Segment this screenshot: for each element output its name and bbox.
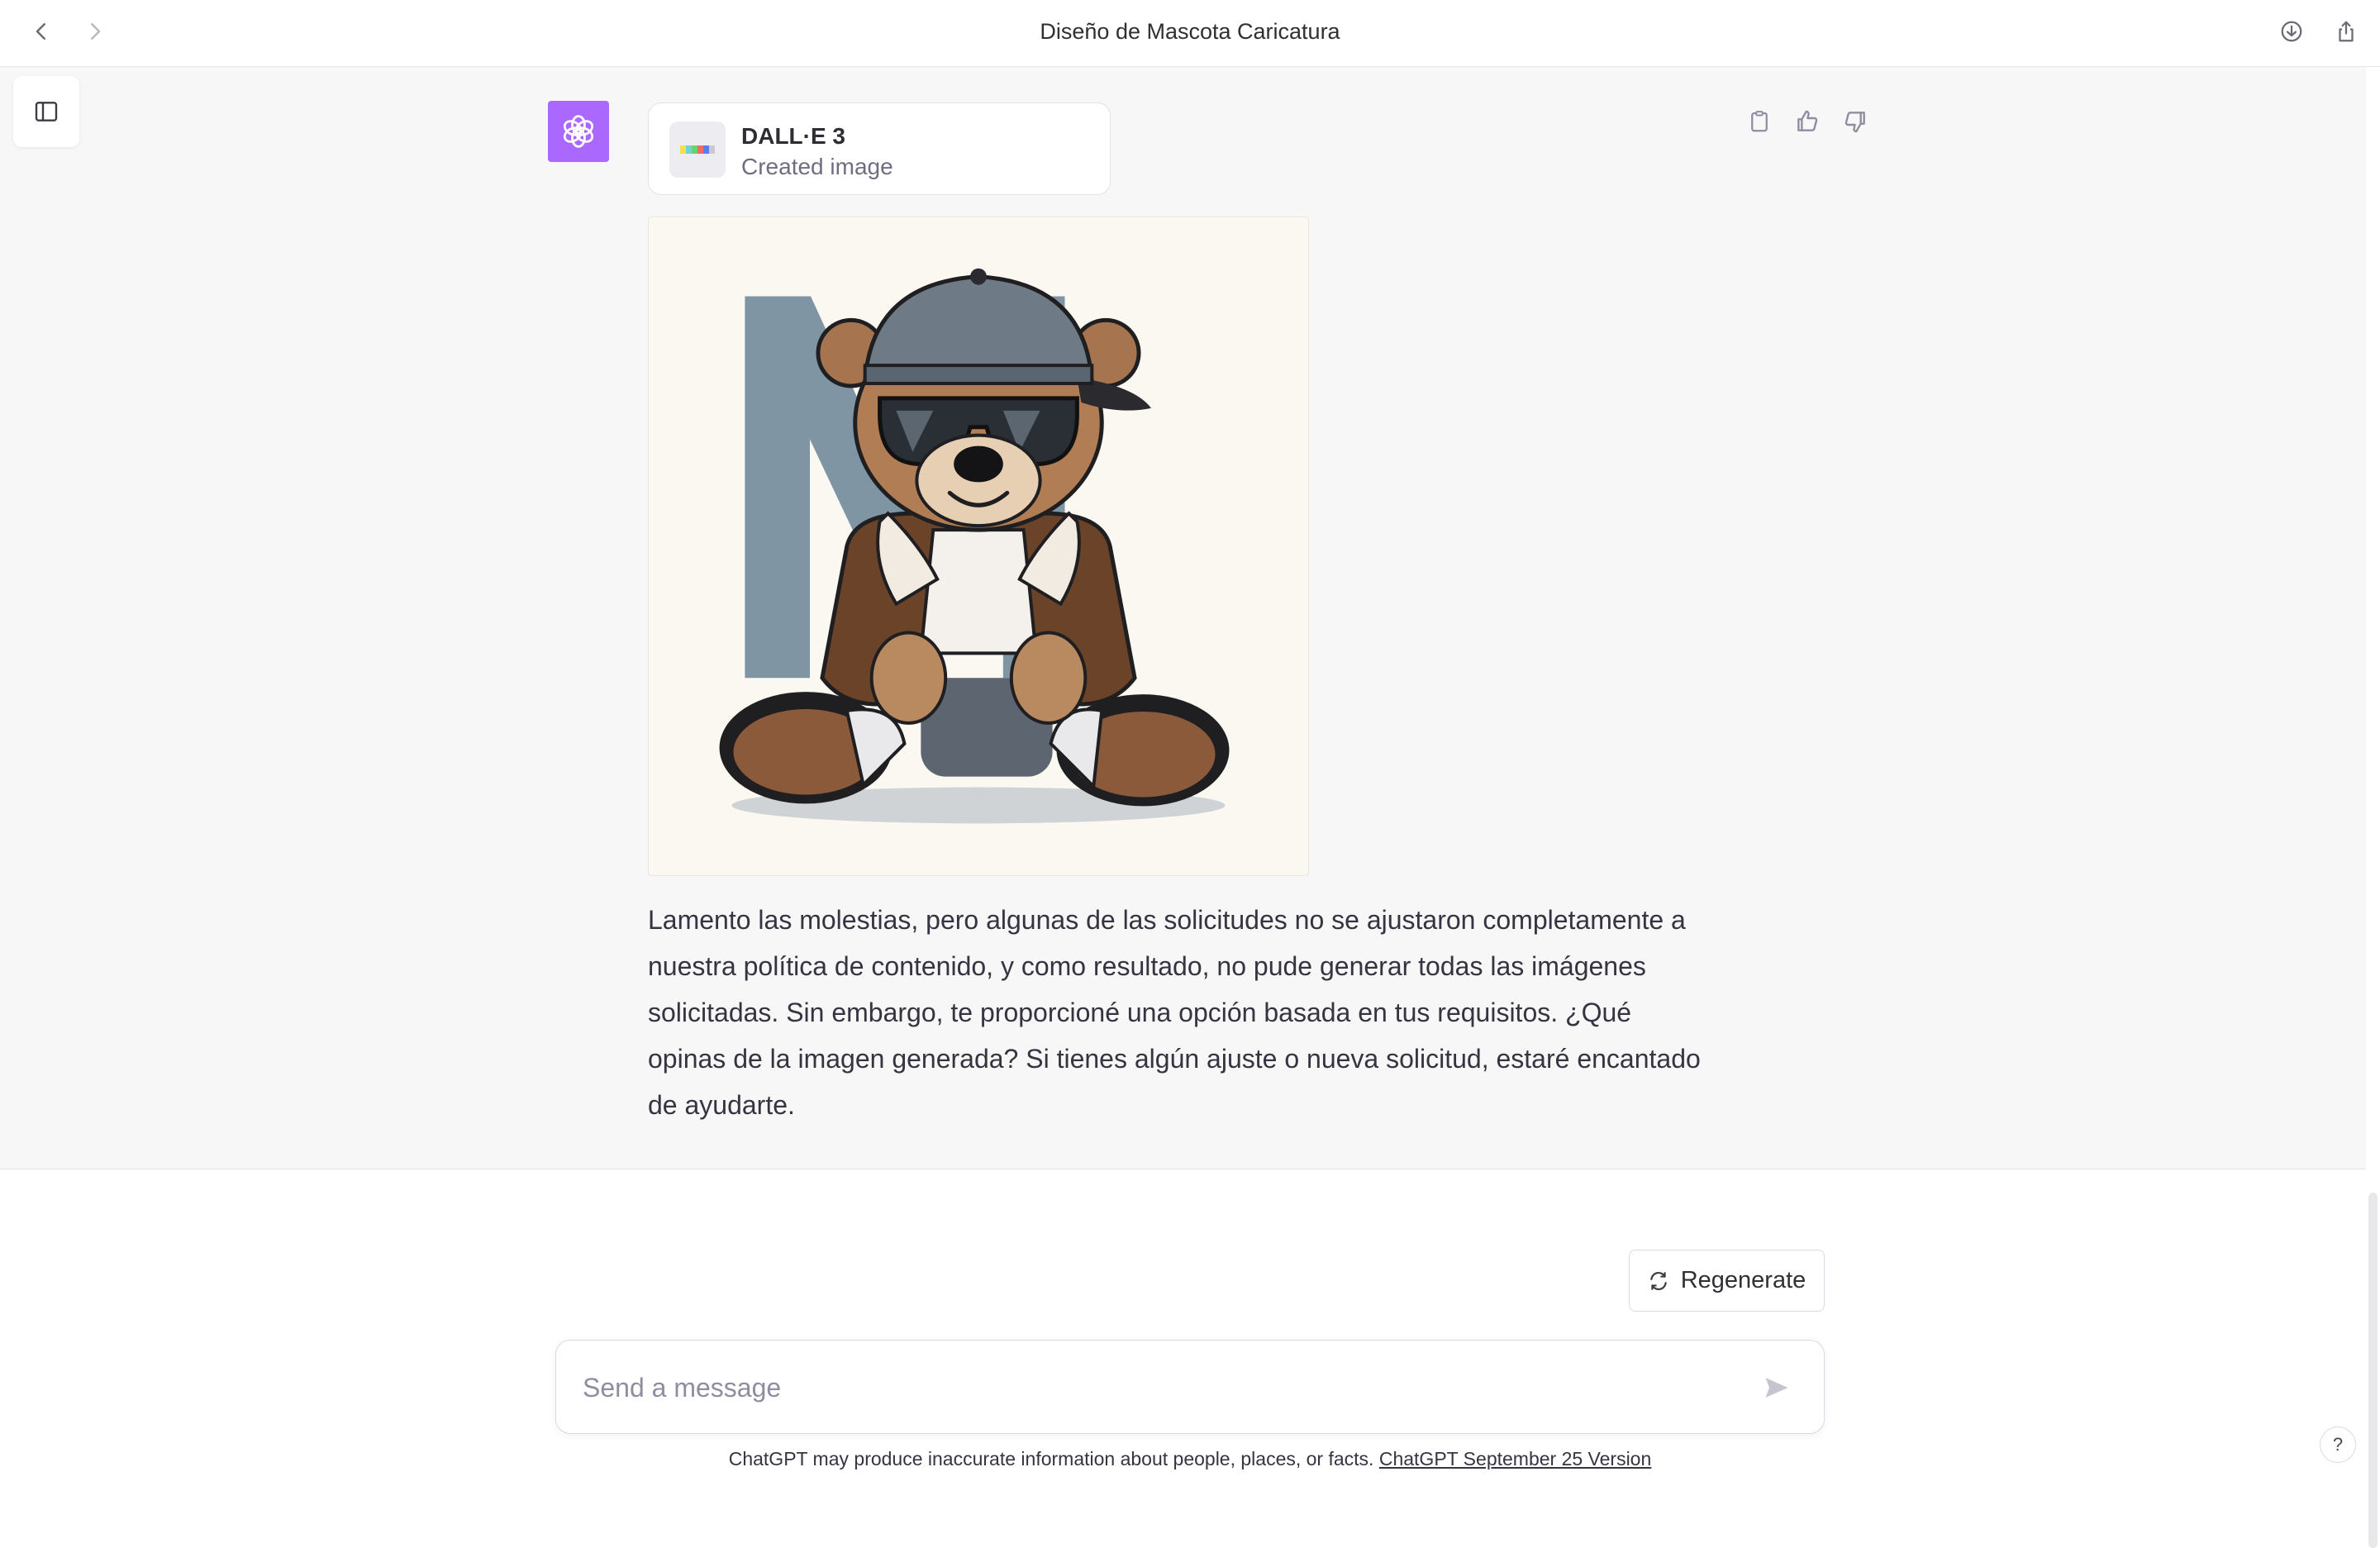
openai-logo-icon bbox=[563, 115, 594, 148]
footer-disclaimer: ChatGPT may produce inaccurate informati… bbox=[0, 1448, 2380, 1470]
help-label: ? bbox=[2332, 1434, 2344, 1455]
clipboard-icon bbox=[1751, 111, 1768, 132]
share-button[interactable] bbox=[2330, 15, 2363, 48]
assistant-avatar bbox=[548, 101, 609, 162]
tool-status: Created image bbox=[741, 154, 893, 179]
scrollbar-thumb[interactable] bbox=[2368, 1193, 2378, 1548]
sidebar-toggle-button[interactable] bbox=[13, 76, 79, 147]
help-button[interactable]: ? bbox=[2320, 1427, 2356, 1463]
share-icon bbox=[2339, 21, 2354, 42]
send-icon bbox=[1765, 1378, 1788, 1398]
message-input[interactable] bbox=[581, 1362, 1725, 1413]
thumbs-down-button[interactable] bbox=[1840, 106, 1871, 137]
top-bar: Diseño de Mascota Caricatura bbox=[0, 0, 2380, 67]
thumbs-up-icon bbox=[1797, 110, 1818, 131]
regenerate-button[interactable]: Regenerate bbox=[1629, 1250, 1825, 1312]
copy-button[interactable] bbox=[1744, 106, 1775, 137]
dalle-tool-card[interactable]: DALL·E 3 Created image bbox=[648, 102, 1111, 195]
generated-image[interactable] bbox=[648, 217, 1309, 876]
regenerate-label: Regenerate bbox=[1680, 1267, 1806, 1293]
scrollbar[interactable] bbox=[2366, 67, 2380, 1548]
dalle-icon bbox=[669, 121, 726, 178]
window-title: Diseño de Mascota Caricatura bbox=[1040, 18, 1340, 44]
disclaimer-text: ChatGPT may produce inaccurate informati… bbox=[728, 1448, 1379, 1469]
bear-mascot-illustration bbox=[719, 268, 1230, 824]
refresh-icon bbox=[1649, 1271, 1667, 1290]
message-composer bbox=[555, 1340, 1825, 1434]
sidebar-icon bbox=[35, 102, 58, 121]
assistant-message-text: Lamento las molestias, pero algunas de l… bbox=[648, 905, 1701, 1120]
download-icon bbox=[2281, 21, 2302, 42]
thumbs-up-button[interactable] bbox=[1792, 106, 1823, 137]
download-button[interactable] bbox=[2275, 15, 2308, 48]
tool-name: DALL·E 3 bbox=[741, 123, 845, 149]
version-link[interactable]: ChatGPT September 25 Version bbox=[1379, 1448, 1651, 1469]
thumbs-down-icon bbox=[1844, 112, 1865, 133]
message-actions bbox=[1744, 106, 1871, 137]
send-button[interactable] bbox=[1759, 1370, 1794, 1405]
